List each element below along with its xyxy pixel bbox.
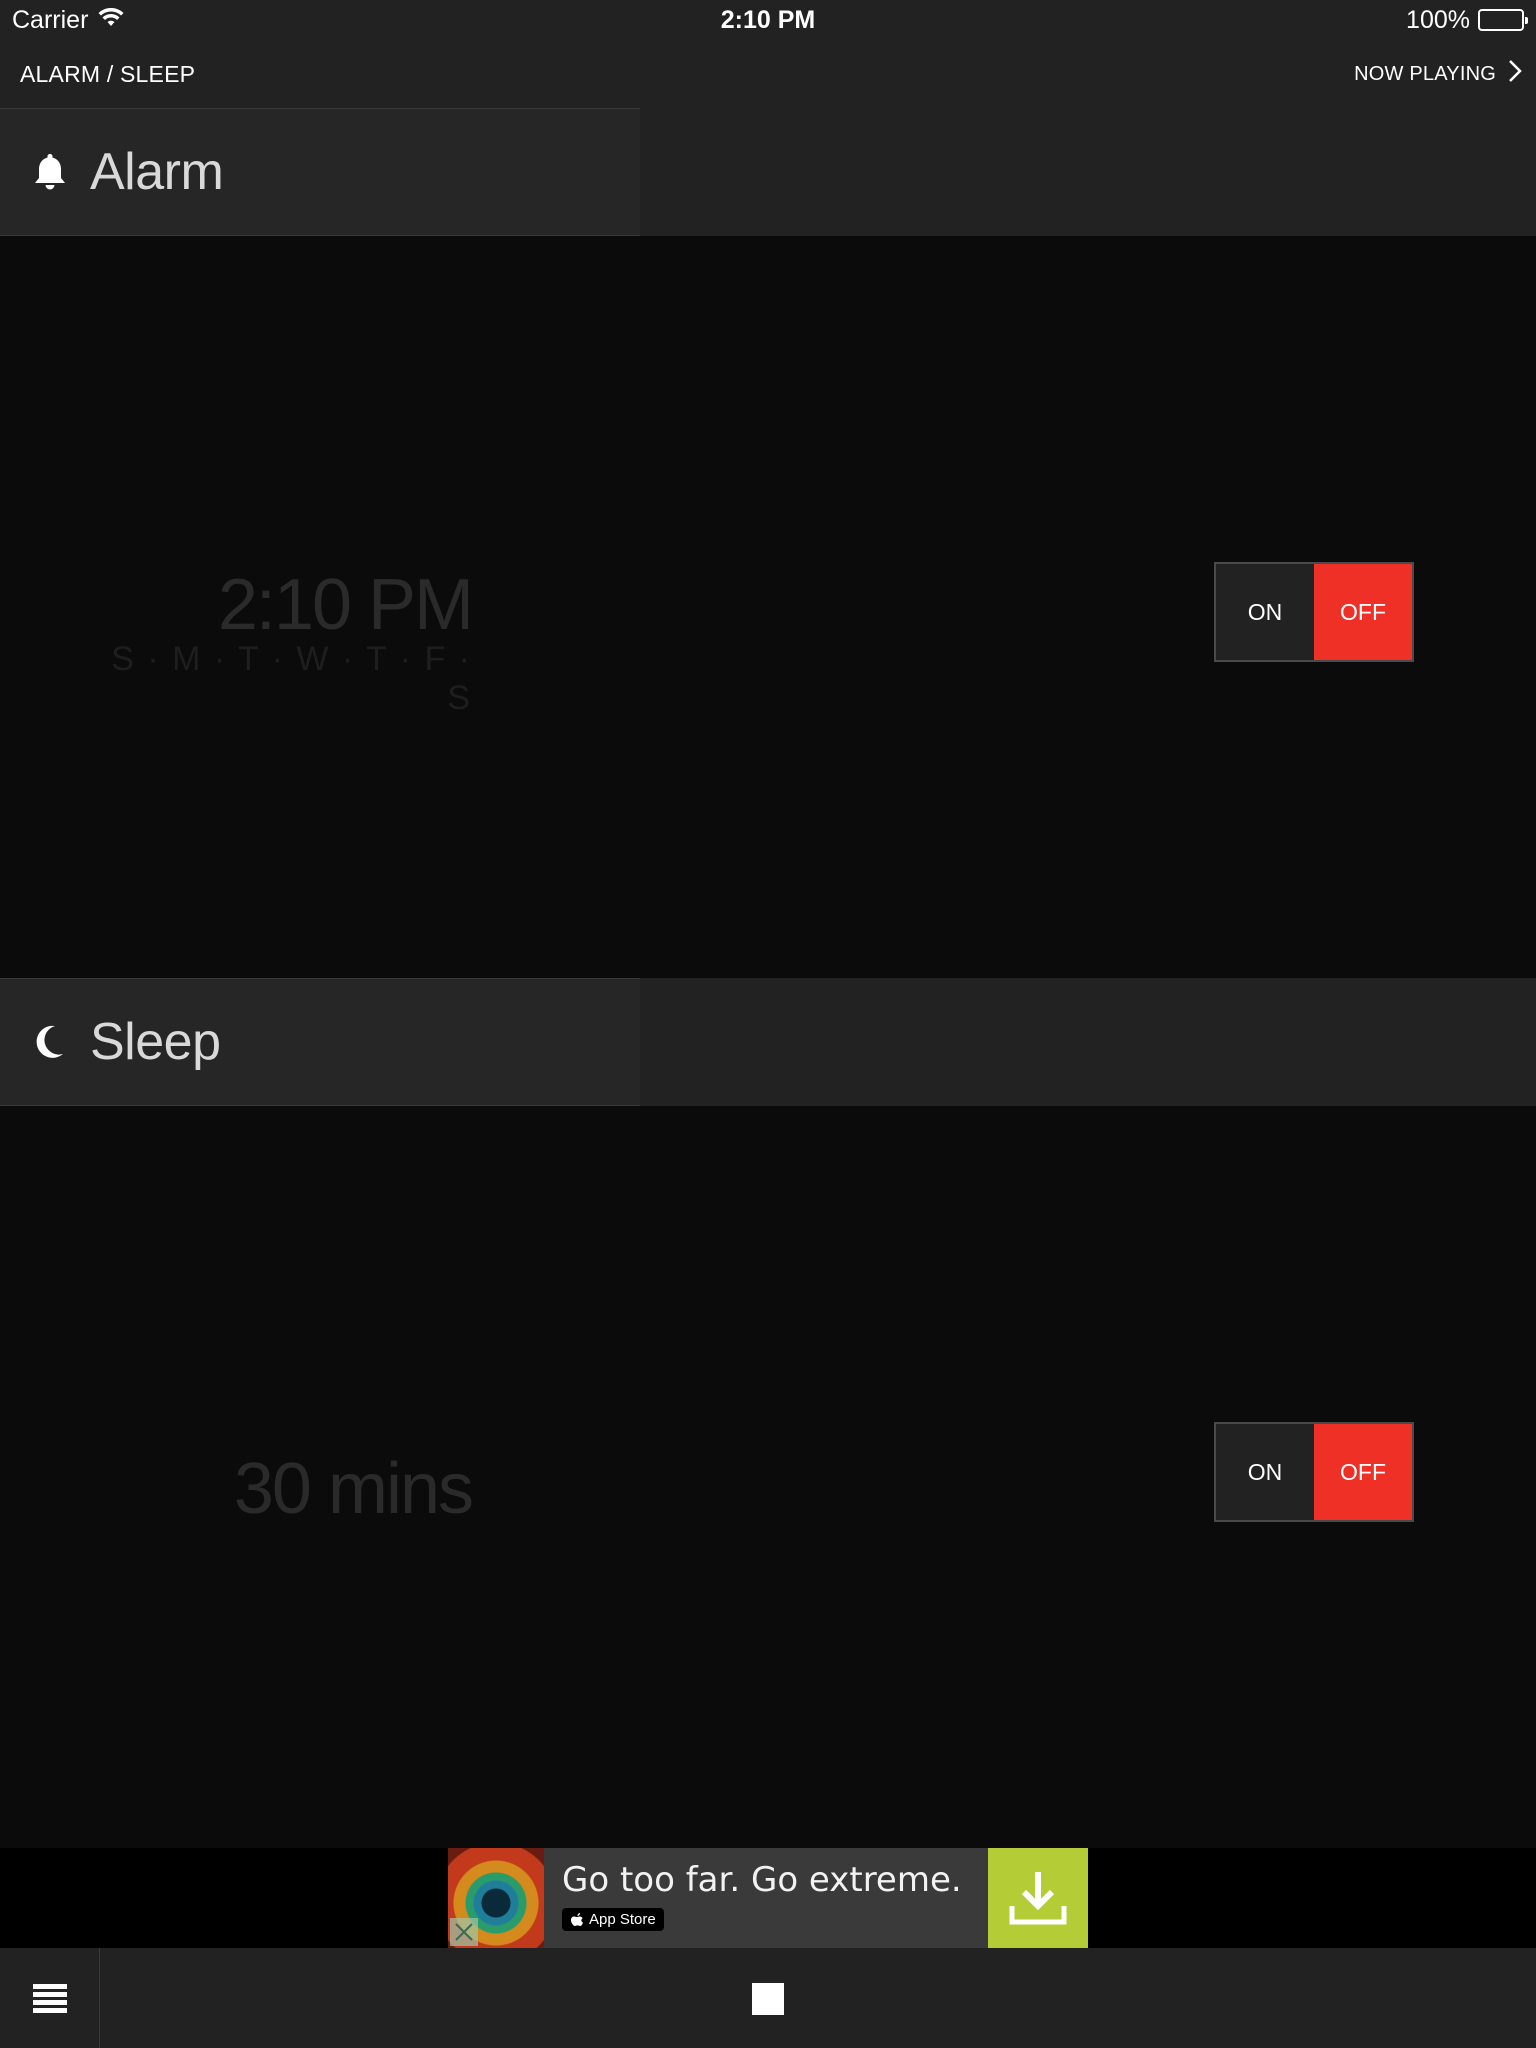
status-right: 100% (1406, 5, 1528, 35)
hamburger-icon (32, 1984, 67, 2013)
alarm-on-button[interactable]: ON (1216, 564, 1314, 660)
sleep-duration[interactable]: 30 mins (120, 1448, 474, 1530)
sleep-on-button[interactable]: ON (1216, 1424, 1314, 1520)
ad-download-button[interactable] (988, 1848, 1088, 1948)
ad-close-icon[interactable] (450, 1918, 478, 1946)
sleep-tab[interactable]: Sleep (0, 978, 640, 1106)
apple-icon (571, 1912, 583, 1926)
moon-icon (32, 1022, 68, 1062)
sleep-body: 30 mins ON OFF (0, 1106, 1536, 1848)
alarm-days[interactable]: S · M · T · W · T · F · S (100, 640, 472, 718)
menu-button[interactable] (0, 1948, 100, 2048)
ad-banner[interactable]: Go too far. Go extreme. App Store (448, 1848, 1088, 1948)
download-icon (1009, 1872, 1067, 1925)
ad-text: Go too far. Go extreme. App Store (544, 1848, 988, 1948)
alarm-off-button[interactable]: OFF (1314, 564, 1412, 660)
alarm-body: 2:10 PM S · M · T · W · T · F · S ON OFF (0, 236, 1536, 978)
sleep-header: Sleep (0, 978, 1536, 1106)
screen: Carrier 2:10 PM 100% ALARM / SLEEP NOW P… (0, 0, 1536, 2048)
battery-percent: 100% (1406, 5, 1470, 34)
status-time: 2:10 PM (720, 5, 816, 34)
wifi-icon (98, 6, 124, 35)
ad-strip: Go too far. Go extreme. App Store (0, 1848, 1536, 1948)
alarm-tab[interactable]: Alarm (0, 108, 640, 236)
alarm-title: Alarm (90, 143, 224, 201)
status-bar: Carrier 2:10 PM 100% (0, 0, 1536, 40)
app-store-badge[interactable]: App Store (562, 1908, 664, 1931)
ad-headline: Go too far. Go extreme. (562, 1860, 962, 1900)
sleep-title: Sleep (90, 1013, 221, 1071)
app-store-label: App Store (589, 1911, 656, 1928)
alarm-toggle[interactable]: ON OFF (1214, 562, 1414, 662)
status-left: Carrier (12, 6, 124, 35)
battery-icon (1478, 9, 1528, 31)
sleep-toggle[interactable]: ON OFF (1214, 1422, 1414, 1522)
alarm-time[interactable]: 2:10 PM (120, 564, 474, 646)
ad-image (448, 1848, 544, 1948)
chevron-right-icon (1506, 58, 1524, 90)
nav-bar: ALARM / SLEEP NOW PLAYING (0, 40, 1536, 108)
now-playing-label: NOW PLAYING (1354, 62, 1496, 85)
alarm-header: Alarm (0, 108, 1536, 236)
bell-icon (32, 152, 68, 192)
carrier-label: Carrier (12, 5, 89, 34)
nav-title: ALARM / SLEEP (20, 60, 196, 87)
sleep-off-button[interactable]: OFF (1314, 1424, 1412, 1520)
stop-button[interactable] (752, 1983, 784, 2015)
now-playing-button[interactable]: NOW PLAYING (1354, 58, 1524, 90)
